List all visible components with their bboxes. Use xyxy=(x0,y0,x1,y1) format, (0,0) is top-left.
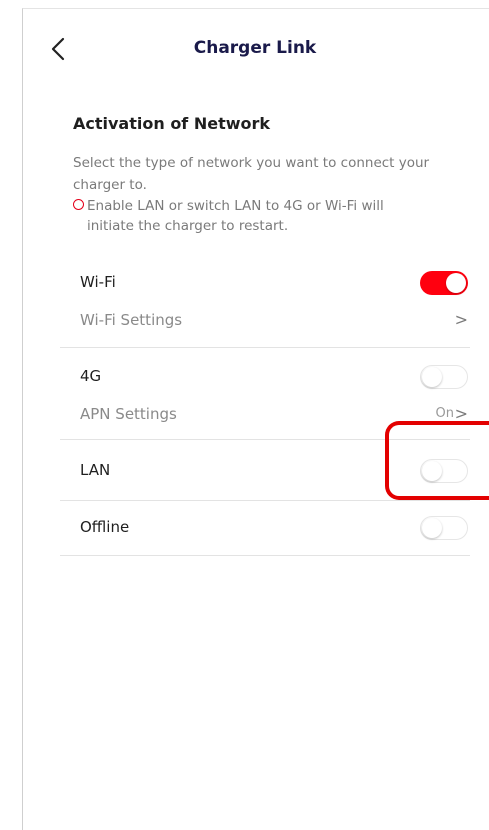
toggle-knob xyxy=(422,367,442,387)
restart-warning: Enable LAN or switch LAN to 4G or Wi-Fi … xyxy=(73,196,463,236)
divider xyxy=(60,439,470,440)
4g-row: 4G xyxy=(60,362,470,390)
offline-label: Offline xyxy=(80,518,130,536)
apn-settings-value: On xyxy=(435,406,454,421)
offline-row: Offline xyxy=(60,513,470,541)
chevron-right-icon: > xyxy=(454,310,468,329)
wifi-row: Wi-Fi xyxy=(60,268,470,296)
wifi-settings-row[interactable]: Wi-Fi Settings > xyxy=(60,306,470,334)
toggle-knob xyxy=(422,461,442,481)
4g-label: 4G xyxy=(80,367,102,385)
wifi-settings-label: Wi-Fi Settings xyxy=(80,311,183,329)
section-title: Activation of Network xyxy=(73,114,271,133)
lan-row: LAN xyxy=(60,456,470,484)
4g-toggle[interactable] xyxy=(420,365,468,389)
divider xyxy=(60,500,470,501)
wifi-toggle[interactable] xyxy=(420,271,468,295)
apn-settings-row[interactable]: APN Settings On > xyxy=(60,400,470,428)
app-header: Charger Link xyxy=(22,8,488,88)
warning-icon xyxy=(73,199,84,210)
page-title: Charger Link xyxy=(193,38,317,58)
warning-line-2: initiate the charger to restart. xyxy=(87,218,289,234)
toggle-knob xyxy=(422,518,442,538)
divider xyxy=(60,347,470,348)
offline-toggle[interactable] xyxy=(420,516,468,540)
lan-toggle[interactable] xyxy=(420,459,468,483)
warning-line-1: Enable LAN or switch LAN to 4G or Wi-Fi … xyxy=(73,196,463,216)
divider xyxy=(60,555,470,556)
section-description: Select the type of network you want to c… xyxy=(73,155,430,193)
apn-settings-label: APN Settings xyxy=(80,405,177,423)
wifi-label: Wi-Fi xyxy=(80,273,116,291)
toggle-knob xyxy=(446,273,466,293)
chevron-right-icon: > xyxy=(454,404,468,423)
lan-label: LAN xyxy=(80,461,111,479)
